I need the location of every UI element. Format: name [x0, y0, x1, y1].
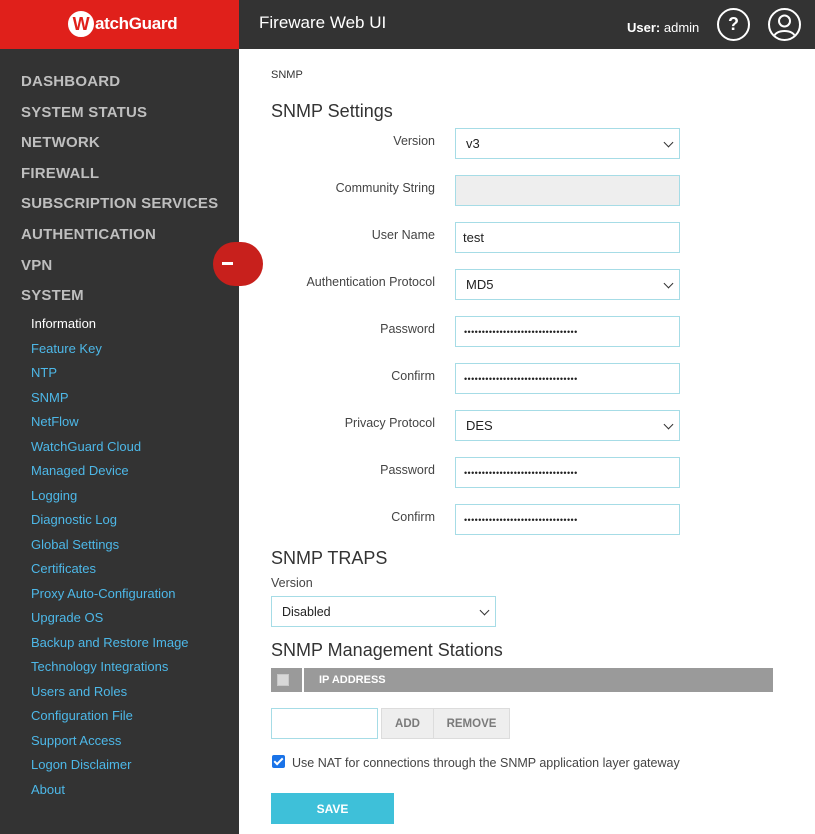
- minus-icon: [222, 262, 233, 265]
- select-all-checkbox[interactable]: [277, 674, 289, 686]
- auth-confirm-value: ••••••••••••••••••••••••••••••••: [464, 373, 578, 384]
- user-name-input[interactable]: test: [455, 222, 680, 253]
- save-button[interactable]: SAVE: [271, 793, 394, 824]
- sidebar-item-support-access[interactable]: Support Access: [31, 733, 121, 748]
- nav-subscription-services[interactable]: SUBSCRIPTION SERVICES: [21, 195, 218, 212]
- sidebar-item-feature-key[interactable]: Feature Key: [31, 341, 102, 356]
- auth-password-label: Password: [380, 322, 435, 336]
- sidebar-item-netflow[interactable]: NetFlow: [31, 414, 79, 429]
- sidebar-item-managed-device[interactable]: Managed Device: [31, 463, 129, 478]
- community-string-label: Community String: [335, 181, 435, 195]
- auth-protocol-label: Authentication Protocol: [306, 275, 435, 289]
- privacy-protocol-value: DES: [466, 418, 493, 433]
- help-label: ?: [728, 14, 739, 34]
- auth-confirm-label: Confirm: [391, 369, 435, 383]
- chevron-down-icon: [663, 137, 674, 148]
- privacy-protocol-select[interactable]: DES: [455, 410, 680, 441]
- sidebar-item-configuration-file[interactable]: Configuration File: [31, 708, 133, 723]
- chevron-down-icon: [479, 605, 490, 616]
- remove-button[interactable]: REMOVE: [433, 708, 510, 739]
- auth-confirm-input[interactable]: ••••••••••••••••••••••••••••••••: [455, 363, 680, 394]
- privacy-confirm-input[interactable]: ••••••••••••••••••••••••••••••••: [455, 504, 680, 535]
- version-label: Version: [393, 134, 435, 148]
- sidebar-item-ntp[interactable]: NTP: [31, 365, 57, 380]
- sidebar-item-snmp[interactable]: SNMP: [31, 390, 69, 405]
- nav-system[interactable]: SYSTEM: [21, 287, 84, 304]
- logo-initial: W: [68, 11, 94, 37]
- sidebar-item-about[interactable]: About: [31, 782, 65, 797]
- user-name-value: test: [463, 230, 484, 245]
- nav-network[interactable]: NETWORK: [21, 134, 100, 151]
- user-name-label: User Name: [371, 228, 435, 242]
- user-name: admin: [663, 20, 700, 35]
- user-silhouette-icon: [773, 14, 796, 38]
- logo-text: atchGuard: [95, 14, 178, 33]
- auth-password-value: ••••••••••••••••••••••••••••••••: [464, 326, 578, 337]
- snmp-settings-title: SNMP Settings: [271, 101, 393, 121]
- snmp-management-stations-title: SNMP Management Stations: [271, 640, 503, 660]
- column-divider: [302, 668, 304, 692]
- sidebar-item-technology-integrations[interactable]: Technology Integrations: [31, 659, 168, 674]
- watchguard-logo[interactable]: W atchGuard: [64, 9, 185, 39]
- sidebar-item-diagnostic-log[interactable]: Diagnostic Log: [31, 512, 117, 527]
- chevron-down-icon: [663, 278, 674, 289]
- sidebar-item-backup-restore-image[interactable]: Backup and Restore Image: [31, 635, 189, 650]
- use-nat-checkbox[interactable]: [272, 755, 285, 768]
- sidebar-item-users-and-roles[interactable]: Users and Roles: [31, 684, 127, 699]
- version-value: v3: [466, 136, 480, 151]
- auth-protocol-value: MD5: [466, 277, 494, 292]
- auth-password-input[interactable]: ••••••••••••••••••••••••••••••••: [455, 316, 680, 347]
- use-nat-label: Use NAT for connections through the SNMP…: [292, 756, 680, 770]
- version-select[interactable]: v3: [455, 128, 680, 159]
- nav-dashboard[interactable]: DASHBOARD: [21, 73, 120, 90]
- traps-version-select[interactable]: Disabled: [271, 596, 496, 627]
- privacy-password-label: Password: [380, 463, 435, 477]
- nav-vpn[interactable]: VPN: [21, 257, 52, 274]
- privacy-password-input[interactable]: ••••••••••••••••••••••••••••••••: [455, 457, 680, 488]
- sidebar-item-upgrade-os[interactable]: Upgrade OS: [31, 610, 103, 625]
- traps-version-label: Version: [271, 576, 313, 590]
- nav-authentication[interactable]: AUTHENTICATION: [21, 226, 156, 243]
- sidebar-item-certificates[interactable]: Certificates: [31, 561, 96, 576]
- sidebar-item-information[interactable]: Information: [31, 316, 96, 331]
- app-title: Fireware Web UI: [259, 13, 387, 32]
- sidebar-item-logon-disclaimer[interactable]: Logon Disclaimer: [31, 757, 131, 772]
- nav-system-status[interactable]: SYSTEM STATUS: [21, 104, 147, 121]
- current-user: User: admin: [627, 20, 699, 35]
- sidebar-item-logging[interactable]: Logging: [31, 488, 77, 503]
- snmp-traps-title: SNMP TRAPS: [271, 548, 388, 568]
- ip-address-column-header[interactable]: IP ADDRESS: [319, 674, 386, 686]
- user-profile-icon[interactable]: [768, 8, 801, 41]
- logo-area: W atchGuard: [0, 0, 239, 49]
- traps-version-value: Disabled: [282, 604, 331, 619]
- sidebar-item-global-settings[interactable]: Global Settings: [31, 537, 119, 552]
- community-string-input: [455, 175, 680, 206]
- sidebar: DASHBOARD SYSTEM STATUS NETWORK FIREWALL…: [0, 49, 239, 834]
- add-button[interactable]: ADD: [381, 708, 434, 739]
- privacy-protocol-label: Privacy Protocol: [344, 416, 435, 430]
- privacy-confirm-value: ••••••••••••••••••••••••••••••••: [464, 514, 578, 525]
- breadcrumb: SNMP: [271, 69, 303, 81]
- sidebar-item-watchguard-cloud[interactable]: WatchGuard Cloud: [31, 439, 141, 454]
- help-icon[interactable]: ?: [717, 8, 750, 41]
- nav-firewall[interactable]: FIREWALL: [21, 165, 99, 182]
- chevron-down-icon: [663, 419, 674, 430]
- stations-table-header: IP ADDRESS: [271, 668, 773, 692]
- privacy-password-value: ••••••••••••••••••••••••••••••••: [464, 467, 578, 478]
- user-prefix: User:: [627, 20, 661, 35]
- auth-protocol-select[interactable]: MD5: [455, 269, 680, 300]
- privacy-confirm-label: Confirm: [391, 510, 435, 524]
- sidebar-item-proxy-auto-configuration[interactable]: Proxy Auto-Configuration: [31, 586, 176, 601]
- ip-address-input[interactable]: [271, 708, 378, 739]
- top-header-bar: W atchGuard Fireware Web UI User: admin …: [0, 0, 815, 49]
